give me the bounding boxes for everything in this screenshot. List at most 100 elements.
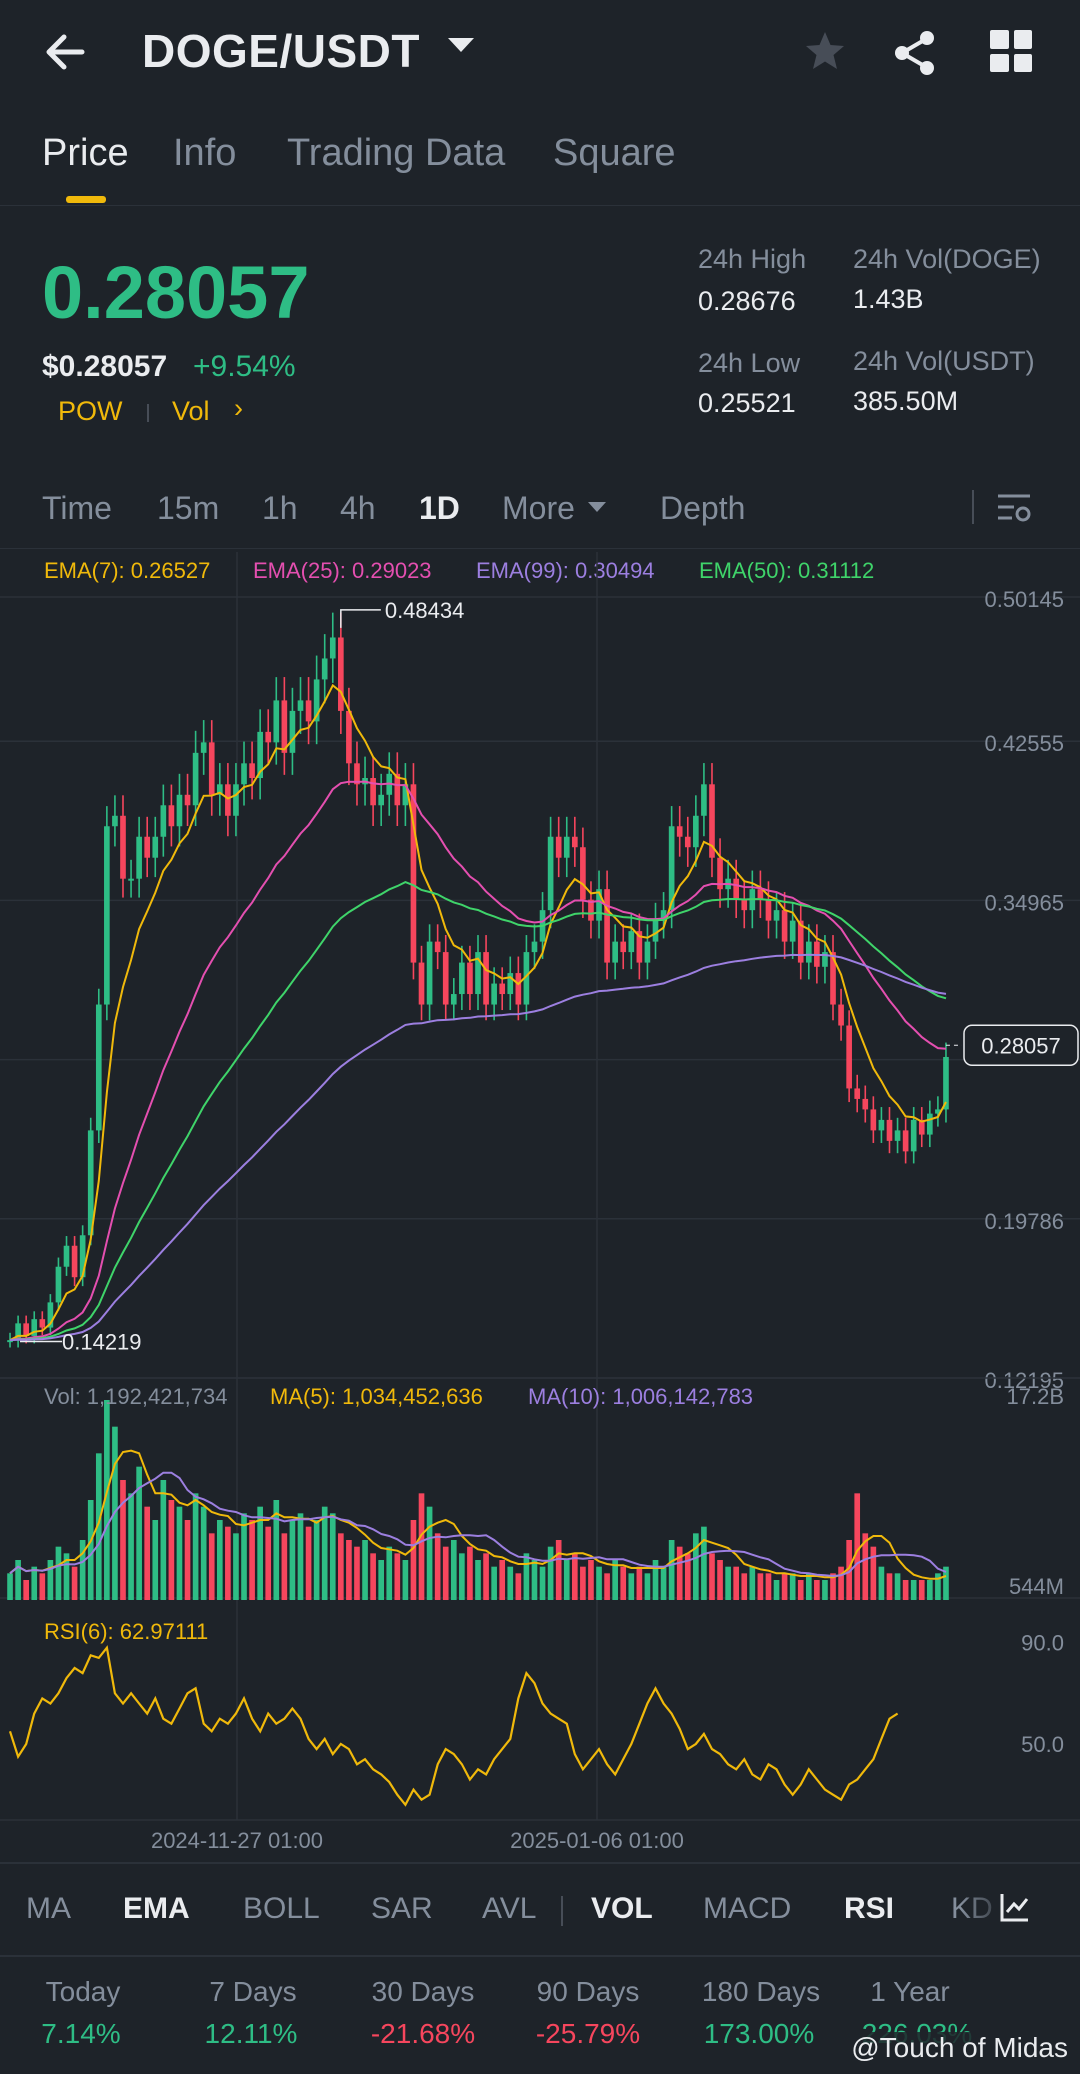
volume-bar (620, 1566, 627, 1600)
candle (71, 1245, 78, 1278)
volume-bar (693, 1533, 699, 1600)
interval-4h[interactable]: 4h (340, 490, 376, 527)
perf-label-90d: 90 Days (536, 1976, 640, 2007)
volume-ma5-legend: MA(5): 1,034,452,636 (270, 1384, 483, 1409)
candle (112, 815, 118, 827)
volume-bar (47, 1560, 54, 1600)
max-price-marker: 0.48434 (385, 598, 465, 623)
volume-bar (725, 1566, 731, 1600)
volume-ma10-legend: MA(10): 1,006,142,783 (528, 1384, 754, 1409)
x-axis-label: 2025-01-06 01:00 (510, 1828, 684, 1853)
perf-label-1y: 1 Year (870, 1976, 950, 2007)
indicator-avl[interactable]: AVL (482, 1892, 536, 1926)
pair-title[interactable]: DOGE/USDT (142, 24, 420, 78)
min-price-marker: 0.14219 (62, 1330, 142, 1355)
tab-square[interactable]: Square (553, 132, 676, 175)
indicator-settings-icon[interactable] (998, 1890, 1032, 1924)
candle (773, 910, 780, 921)
candle (289, 710, 296, 753)
interval-1d[interactable]: 1D (419, 490, 460, 527)
volume-bar (55, 1546, 62, 1600)
candle (854, 1088, 861, 1099)
volume-bar (233, 1533, 239, 1600)
volume-bar (289, 1520, 296, 1600)
volume-bar (709, 1553, 715, 1600)
price-axis-label: 0.50145 (984, 587, 1064, 612)
candle (346, 710, 352, 764)
candle (225, 784, 231, 816)
volume-axis-label: 17.2B (1007, 1384, 1065, 1409)
volume-bar (814, 1580, 820, 1600)
candle (95, 1004, 102, 1131)
candle (604, 889, 610, 963)
perf-value-90d: -25.79% (535, 2018, 641, 2049)
caret-down-icon[interactable] (448, 38, 474, 52)
volume-bar (144, 1506, 151, 1600)
candle (676, 826, 683, 837)
caret-down-icon[interactable] (588, 502, 606, 512)
volume-bar (741, 1573, 748, 1600)
volume-bar (894, 1573, 901, 1600)
volume-bar (717, 1560, 723, 1600)
candle (846, 1025, 852, 1089)
chevron-right-icon[interactable]: › (234, 393, 243, 424)
candle (531, 941, 538, 953)
price-chart[interactable]: 0.501450.425550.349650.197860.121950.484… (0, 548, 1080, 1862)
candle (104, 826, 110, 1005)
chart-settings-icon[interactable] (994, 490, 1034, 526)
volume-bar (362, 1540, 368, 1600)
indicator-ma[interactable]: MA (26, 1892, 71, 1926)
back-arrow-icon[interactable] (40, 22, 100, 82)
volume-bar (354, 1546, 360, 1600)
volume-bar (805, 1573, 812, 1600)
volume-bar (475, 1560, 481, 1600)
interval-depth[interactable]: Depth (660, 490, 745, 527)
volume-bar (507, 1566, 514, 1600)
tab-info[interactable]: Info (173, 132, 236, 175)
volume-bar (927, 1580, 933, 1600)
star-icon[interactable] (800, 26, 850, 76)
candle (321, 658, 328, 680)
interval-time[interactable]: Time (42, 490, 112, 527)
grid-icon[interactable] (990, 30, 1032, 72)
volume-bar (394, 1553, 401, 1600)
change-percent: +9.54% (193, 350, 296, 383)
ema99-line (9, 953, 947, 1342)
interval-more[interactable]: More (502, 490, 575, 527)
candle (136, 836, 142, 879)
tag-vol[interactable]: Vol (172, 396, 210, 427)
interval-15m[interactable]: 15m (157, 490, 219, 527)
indicator-vol[interactable]: VOL (591, 1892, 653, 1926)
volume-bar (910, 1580, 917, 1600)
perf-value-180d: 173.00% (703, 2018, 815, 2049)
volume-bar (749, 1566, 756, 1600)
volume-bar (176, 1506, 183, 1600)
tab-trading-data[interactable]: Trading Data (287, 132, 505, 175)
vol-base-value: 1.43B (853, 284, 924, 314)
indicator-sar[interactable]: SAR (371, 1892, 433, 1926)
volume-bar (7, 1573, 13, 1600)
tab-price[interactable]: Price (42, 132, 129, 175)
rsi-axis-label: 50.0 (1021, 1732, 1064, 1757)
candle (805, 941, 812, 963)
share-icon[interactable] (888, 26, 942, 80)
volume-bar (410, 1520, 417, 1600)
volume-bar (491, 1566, 497, 1600)
candle (886, 1119, 893, 1141)
indicator-macd[interactable]: MACD (703, 1892, 791, 1926)
volume-bar (208, 1533, 215, 1600)
interval-1h[interactable]: 1h (262, 490, 298, 527)
indicator-ema[interactable]: EMA (123, 1892, 190, 1926)
candle (644, 941, 651, 963)
candle (701, 784, 707, 816)
divider (0, 1955, 1080, 1957)
candle (152, 836, 159, 858)
indicator-rsi[interactable]: RSI (844, 1892, 894, 1926)
volume-bar (370, 1553, 376, 1600)
tag-pow[interactable]: POW (58, 396, 123, 427)
volume-bar (31, 1566, 38, 1600)
low-label: 24h Low (698, 348, 801, 378)
indicator-boll[interactable]: BOLL (243, 1892, 320, 1926)
volume-bar (701, 1526, 707, 1600)
candle (184, 794, 191, 806)
